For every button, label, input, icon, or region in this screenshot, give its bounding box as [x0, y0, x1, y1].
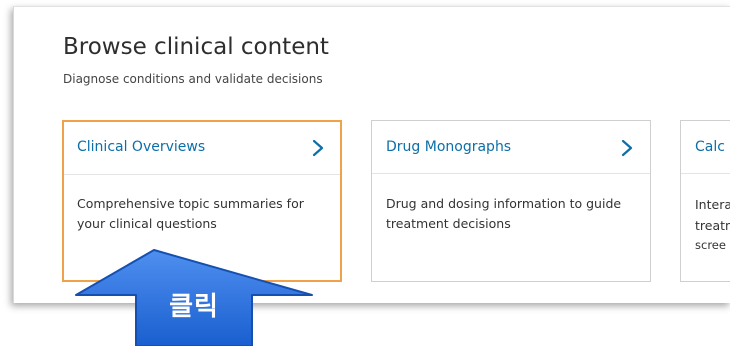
- page-title: Browse clinical content: [63, 34, 329, 60]
- clinical-overviews-link[interactable]: Clinical Overviews: [77, 138, 205, 156]
- page-subtitle: Diagnose conditions and validate decisio…: [63, 72, 323, 86]
- calculators-description: Intera treatn scree: [695, 194, 730, 255]
- clinical-overviews-description: Comprehensive topic summaries for your c…: [77, 196, 304, 231]
- drug-monographs-card[interactable]: Drug Monographs Drug and dosing informat…: [371, 120, 651, 282]
- card-header: Drug Monographs: [372, 121, 650, 174]
- chevron-right-icon[interactable]: [618, 138, 636, 158]
- chevron-right-icon[interactable]: [309, 138, 327, 158]
- drug-monographs-description: Drug and dosing information to guide tre…: [386, 196, 622, 231]
- drug-monographs-link[interactable]: Drug Monographs: [386, 138, 511, 156]
- calculators-card[interactable]: Calc Intera treatn scree: [680, 120, 730, 282]
- calculators-link[interactable]: Calc: [695, 138, 725, 156]
- card-header: Clinical Overviews: [64, 122, 340, 175]
- description-line: scree: [695, 238, 726, 252]
- click-label: 클릭: [169, 292, 219, 322]
- description-line: Intera: [695, 197, 730, 212]
- click-annotation: 클릭: [74, 248, 314, 347]
- card-header: Calc: [681, 121, 730, 174]
- description-line: treatn: [695, 218, 730, 233]
